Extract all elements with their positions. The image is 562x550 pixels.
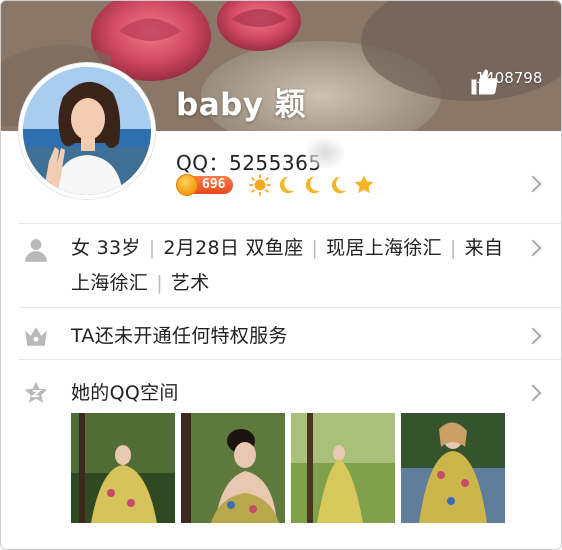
qzone-photo[interactable] — [291, 413, 395, 523]
thumbs-up-icon — [471, 69, 498, 95]
avatar-image — [23, 67, 151, 195]
qzone-photo[interactable] — [71, 413, 175, 523]
photo-image — [71, 413, 175, 523]
profile-name: baby 颖 — [176, 87, 307, 123]
crown-icon — [25, 327, 47, 346]
qzone-title: 她的QQ空间 — [71, 382, 179, 404]
photo-image — [181, 413, 285, 523]
like-button[interactable]: 1408798 — [469, 67, 549, 95]
sun-icon — [176, 174, 198, 196]
person-icon — [25, 239, 47, 262]
qzone-photos — [71, 413, 505, 523]
info-occupation: 艺术 — [170, 272, 210, 294]
qq-level-icons — [249, 174, 375, 196]
chevron-right-icon[interactable] — [524, 175, 542, 193]
moon-icon — [280, 176, 295, 194]
vip-level-badge: 696 — [176, 174, 234, 196]
qzone-photo[interactable] — [401, 413, 505, 523]
avatar[interactable] — [19, 63, 155, 199]
sun-icon — [249, 174, 272, 196]
level-badges[interactable]: 696 — [176, 173, 375, 197]
qq-number-line: QQ：5255365 — [176, 147, 322, 176]
separator: | — [311, 237, 319, 259]
qq-label: QQ： — [176, 151, 229, 175]
divider — [19, 359, 561, 360]
divider — [19, 223, 561, 224]
divider — [19, 307, 561, 308]
level-value: 696 — [192, 176, 234, 194]
chevron-right-icon[interactable] — [524, 327, 542, 345]
chevron-right-icon[interactable] — [524, 239, 542, 257]
separator: | — [449, 237, 457, 259]
separator: | — [148, 237, 156, 259]
info-location: 现居上海徐汇 — [326, 237, 442, 259]
info-gender-age: 女 33岁 — [71, 237, 141, 259]
moon-icon — [332, 176, 347, 194]
photo-image — [291, 413, 395, 523]
chevron-right-icon[interactable] — [524, 384, 542, 402]
photo-image — [401, 413, 505, 523]
privilege-text: TA还未开通任何特权服务 — [71, 325, 288, 347]
qzone-photo[interactable] — [181, 413, 285, 523]
basic-info-text: 女 33岁 | 2月28日 双鱼座 | 现居上海徐汇 | 来自上海徐汇 | 艺术 — [71, 231, 511, 301]
info-birthday: 2月28日 双鱼座 — [163, 237, 304, 259]
profile-card: baby 颖 1408798 QQ：5255365 696 女 33岁 | 2月… — [0, 0, 562, 550]
qq-number-mask — [306, 138, 344, 168]
moon-icon — [306, 176, 321, 194]
star-icon — [355, 175, 374, 194]
star-icon — [24, 381, 48, 403]
separator: | — [156, 272, 163, 294]
